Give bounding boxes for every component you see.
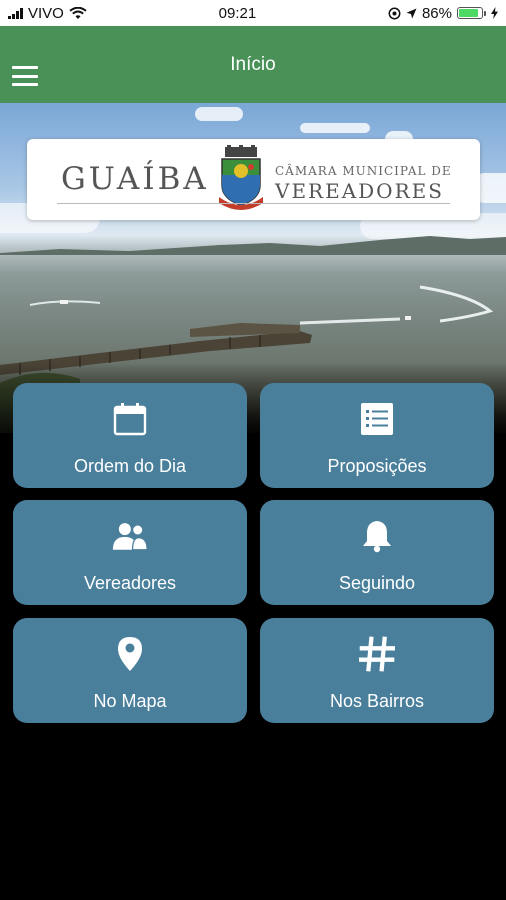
logo-line-1: CÂMARA MUNICIPAL DE xyxy=(275,164,452,178)
location-lock-icon xyxy=(388,7,401,19)
carrier-label: VIVO xyxy=(28,4,64,22)
logo-line-2: VEREADORES xyxy=(275,179,444,203)
tile-label: Nos Bairros xyxy=(329,691,425,711)
page-title: Início xyxy=(230,53,276,75)
tile-label: Proposições xyxy=(327,456,427,476)
calendar-icon xyxy=(112,401,148,437)
status-bar: VIVO 09:21 86% xyxy=(0,0,506,26)
clock: 09:21 xyxy=(218,4,257,22)
tile-seguindo[interactable]: Seguindo xyxy=(260,500,494,605)
signal-icon xyxy=(8,7,23,19)
status-left: VIVO xyxy=(8,5,87,22)
hamburger-menu-icon[interactable] xyxy=(12,66,38,86)
hashtag-icon xyxy=(359,636,395,672)
status-right: 86% xyxy=(388,5,498,22)
battery-percent: 86% xyxy=(421,4,452,22)
location-arrow-icon xyxy=(406,8,417,18)
app-header: Início xyxy=(0,26,506,103)
tile-label: No Mapa xyxy=(93,691,167,711)
tile-label: Vereadores xyxy=(83,573,177,593)
map-pin-icon xyxy=(112,636,148,672)
list-icon xyxy=(359,401,395,437)
tile-no-mapa[interactable]: No Mapa xyxy=(13,618,247,723)
tile-nos-bairros[interactable]: Nos Bairros xyxy=(260,618,494,723)
wifi-icon xyxy=(69,6,87,19)
logo-divider xyxy=(57,203,450,204)
tile-label: Ordem do Dia xyxy=(73,456,187,476)
charging-icon xyxy=(491,7,498,19)
tile-label: Seguindo xyxy=(338,573,416,593)
hills xyxy=(0,236,506,255)
coat-of-arms-icon xyxy=(219,145,263,210)
tile-proposicoes[interactable]: Proposições xyxy=(260,383,494,488)
battery-icon xyxy=(457,7,486,19)
tile-ordem-do-dia[interactable]: Ordem do Dia xyxy=(13,383,247,488)
users-icon xyxy=(112,518,148,554)
chamber-logo: GUAÍBA CÂMARA MUNICIPAL DE VEREADORES xyxy=(27,139,480,220)
logo-city-name: GUAÍBA xyxy=(61,161,209,197)
bell-icon xyxy=(359,518,395,554)
tile-vereadores[interactable]: Vereadores xyxy=(13,500,247,605)
